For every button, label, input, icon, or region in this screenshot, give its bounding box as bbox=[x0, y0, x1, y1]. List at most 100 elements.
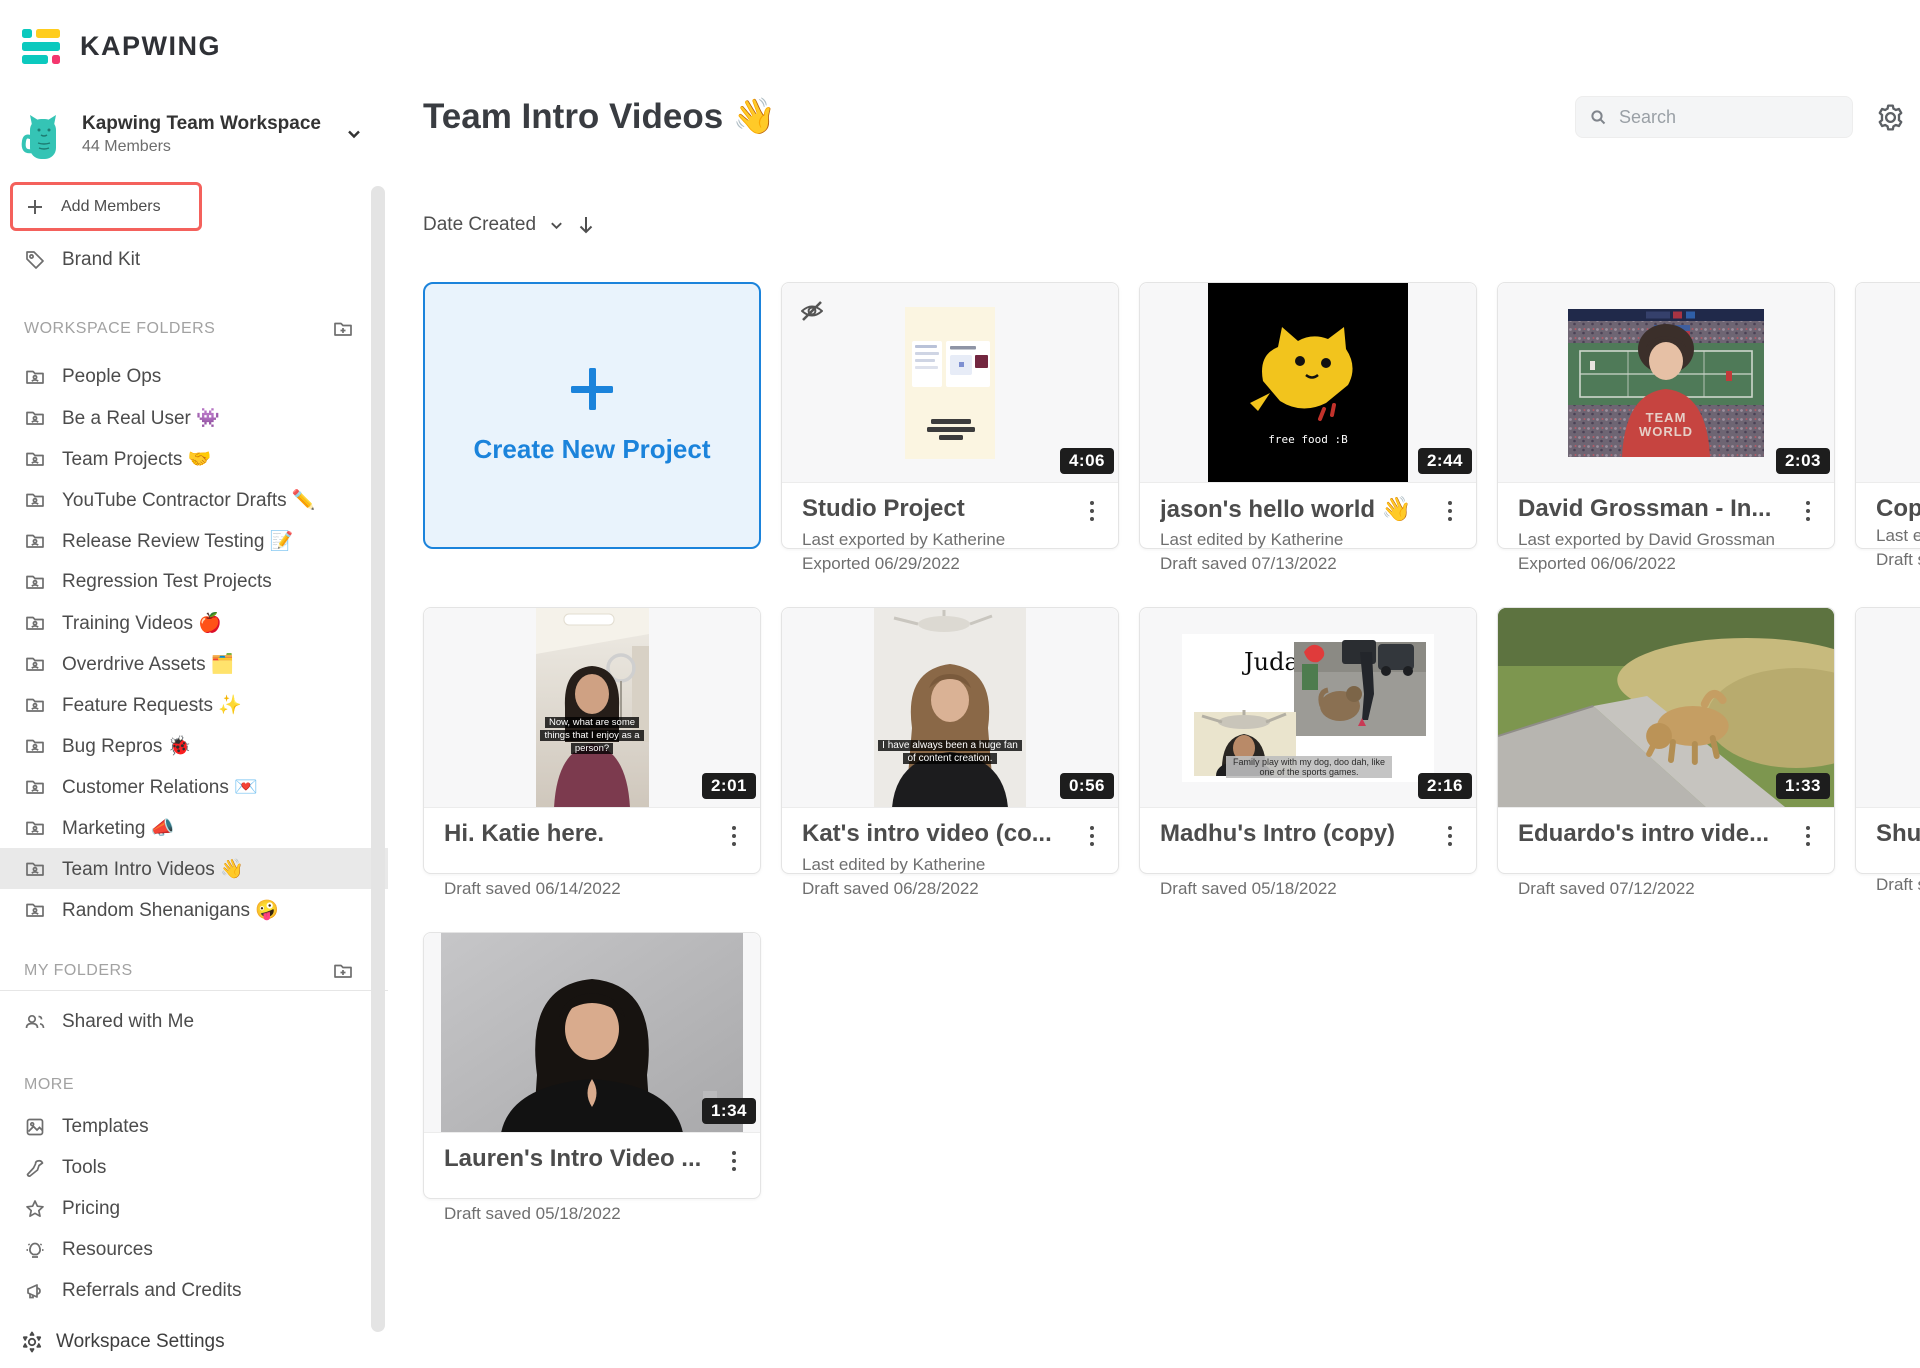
project-thumbnail bbox=[1856, 283, 1920, 483]
folder-icon bbox=[24, 612, 46, 634]
search-input[interactable] bbox=[1619, 107, 1829, 128]
project-meta bbox=[444, 854, 740, 876]
sidebar-folder-feature-requests[interactable]: Feature Requests ✨ bbox=[0, 684, 388, 725]
sidebar-folder-customer-relations[interactable]: Customer Relations 💌 bbox=[0, 766, 388, 807]
kebab-menu-icon[interactable] bbox=[1086, 820, 1098, 852]
project-card-david-grossman[interactable]: TEAM WORLD 2:03 David Grossman - In... L… bbox=[1497, 282, 1835, 549]
chevron-down-icon[interactable] bbox=[346, 126, 362, 142]
folder-icon bbox=[24, 694, 46, 716]
duration-badge: 4:06 bbox=[1060, 448, 1114, 474]
sort-direction-arrow-icon[interactable] bbox=[577, 215, 595, 235]
sidebar-folder-team-projects[interactable]: Team Projects 🤝 bbox=[0, 438, 388, 479]
sidebar-item-pricing[interactable]: Pricing bbox=[0, 1188, 388, 1229]
sidebar-item-shared-with-me[interactable]: Shared with Me bbox=[0, 1001, 388, 1042]
folder-icon bbox=[24, 735, 46, 757]
project-card-copy[interactable]: Copy Last ed Draft s bbox=[1855, 282, 1920, 549]
sidebar-folder-regression-test-projects[interactable]: Regression Test Projects bbox=[0, 561, 388, 602]
sidebar-item-templates[interactable]: Templates bbox=[0, 1106, 388, 1147]
project-thumbnail: 4:06 bbox=[782, 283, 1118, 483]
chevron-down-icon[interactable] bbox=[549, 218, 564, 233]
project-card-kats-intro-video[interactable]: I have always been a huge fan of content… bbox=[781, 607, 1119, 874]
sidebar-item-tools[interactable]: Tools bbox=[0, 1147, 388, 1188]
kebab-menu-icon[interactable] bbox=[1802, 495, 1814, 527]
brand-kit-label: Brand Kit bbox=[62, 249, 140, 271]
kebab-menu-icon[interactable] bbox=[728, 820, 740, 852]
new-folder-icon[interactable] bbox=[332, 318, 354, 340]
sidebar-folder-bug-repros[interactable]: Bug Repros 🐞 bbox=[0, 725, 388, 766]
project-meta: Last exported by David Grossman bbox=[1518, 529, 1814, 551]
project-card-hi-katie-here[interactable]: Now, what are some things that I enjoy a… bbox=[423, 607, 761, 874]
project-card-jasons-hello-world[interactable]: free food :B 2:44 jason's hello world 👋 … bbox=[1139, 282, 1477, 549]
kapwing-logo-icon bbox=[22, 24, 66, 68]
sidebar-folder-team-intro-videos[interactable]: Team Intro Videos 👋 bbox=[0, 848, 388, 889]
project-title: Eduardo's intro vide... bbox=[1518, 820, 1769, 848]
sidebar-folder-people-ops[interactable]: People Ops bbox=[0, 356, 388, 397]
video-frame bbox=[536, 608, 649, 808]
duration-badge: 2:44 bbox=[1418, 448, 1472, 474]
page-title: Team Intro Videos 👋 bbox=[423, 92, 776, 142]
folder-icon bbox=[24, 899, 46, 921]
new-folder-icon[interactable] bbox=[332, 960, 354, 982]
project-meta: Exported 06/06/2022 bbox=[1518, 553, 1814, 575]
sidebar-folder-overdrive-assets[interactable]: Overdrive Assets 🗂️ bbox=[0, 643, 388, 684]
project-grid-row-3: 1:34 Lauren's Intro Video ... Draft save… bbox=[423, 932, 1906, 1199]
add-members-button[interactable]: Add Members bbox=[10, 182, 202, 231]
workspace-selector[interactable]: Kapwing Team Workspace 44 Members bbox=[0, 104, 388, 164]
kebab-menu-icon[interactable] bbox=[1444, 495, 1456, 527]
sidebar-folder-marketing[interactable]: Marketing 📣 bbox=[0, 807, 388, 848]
project-title: Hi. Katie here. bbox=[444, 820, 604, 848]
main-content: Team Intro Videos 👋 Date Created bbox=[388, 0, 1920, 1368]
project-title: Studio Project bbox=[802, 495, 965, 523]
sort-control[interactable]: Date Created bbox=[423, 212, 1906, 238]
workspace-settings-button[interactable]: Workspace Settings bbox=[20, 1330, 225, 1354]
image-icon bbox=[24, 1116, 46, 1138]
kebab-menu-icon[interactable] bbox=[1444, 820, 1456, 852]
project-title: Madhu's Intro (copy) bbox=[1160, 820, 1395, 848]
add-members-label: Add Members bbox=[61, 198, 161, 216]
folder-icon bbox=[24, 448, 46, 470]
thumbnail-caption: Now, what are some things that I enjoy a… bbox=[540, 717, 644, 755]
thumbnail-caption: free food :B bbox=[1268, 433, 1347, 448]
video-frame bbox=[441, 933, 743, 1133]
kebab-menu-icon[interactable] bbox=[1086, 495, 1098, 527]
project-thumbnail: Now, what are some things that I enjoy a… bbox=[424, 608, 760, 808]
sidebar-item-referrals-and-credits[interactable]: Referrals and Credits bbox=[0, 1270, 388, 1311]
my-folders-header: MY FOLDERS bbox=[0, 960, 388, 991]
search-box[interactable] bbox=[1575, 96, 1853, 138]
kapwing-logo[interactable]: KAPWING bbox=[0, 22, 388, 70]
project-card-eduardos-intro[interactable]: 1:33 Eduardo's intro vide... Draft saved… bbox=[1497, 607, 1835, 874]
project-meta: Draft saved 05/18/2022 bbox=[1160, 878, 1456, 900]
kebab-menu-icon[interactable] bbox=[1802, 820, 1814, 852]
workspace-folders-header: WORKSPACE FOLDERS bbox=[0, 318, 388, 340]
project-meta: Last ed bbox=[1876, 525, 1920, 547]
project-title: Shun bbox=[1876, 820, 1920, 848]
video-frame bbox=[1208, 283, 1408, 483]
sidebar-folder-be-a-real-user[interactable]: Be a Real User 👾 bbox=[0, 397, 388, 438]
workspace-name: Kapwing Team Workspace bbox=[82, 112, 332, 136]
folder-icon bbox=[24, 653, 46, 675]
wrench-icon bbox=[24, 1157, 46, 1179]
sidebar-item-resources[interactable]: Resources bbox=[0, 1229, 388, 1270]
sidebar-folder-random-shenanigans[interactable]: Random Shenanigans 🤪 bbox=[0, 889, 388, 930]
sidebar-scrollbar[interactable] bbox=[371, 186, 385, 1332]
duration-badge: 1:33 bbox=[1776, 773, 1830, 799]
gear-icon bbox=[20, 1330, 44, 1354]
project-thumbnail: 1:33 bbox=[1498, 608, 1834, 808]
settings-gear-icon[interactable] bbox=[1875, 102, 1906, 133]
project-meta: Draft saved 05/18/2022 bbox=[444, 1203, 740, 1225]
sidebar-folder-youtube-contractor-drafts[interactable]: YouTube Contractor Drafts ✏️ bbox=[0, 479, 388, 520]
project-card-madhus-intro[interactable]: Judah bbox=[1139, 607, 1477, 874]
kebab-menu-icon[interactable] bbox=[728, 1145, 740, 1177]
more-header: MORE bbox=[0, 1076, 388, 1094]
sidebar-folder-release-review-testing[interactable]: Release Review Testing 📝 bbox=[0, 520, 388, 561]
project-card-shun[interactable]: Shun Draft s bbox=[1855, 607, 1920, 874]
video-frame bbox=[905, 307, 995, 459]
sidebar-item-brand-kit[interactable]: Brand Kit bbox=[0, 239, 388, 280]
sidebar-folder-training-videos[interactable]: Training Videos 🍎 bbox=[0, 602, 388, 643]
shirt-text: TEAM WORLD bbox=[1639, 411, 1693, 439]
folder-icon bbox=[24, 530, 46, 552]
lightbulb-icon bbox=[24, 1239, 46, 1261]
create-new-project-button[interactable]: Create New Project bbox=[423, 282, 761, 549]
project-card-studio-project[interactable]: 4:06 Studio Project Last exported by Kat… bbox=[781, 282, 1119, 549]
project-card-laurens-intro-video[interactable]: 1:34 Lauren's Intro Video ... Draft save… bbox=[423, 932, 761, 1199]
